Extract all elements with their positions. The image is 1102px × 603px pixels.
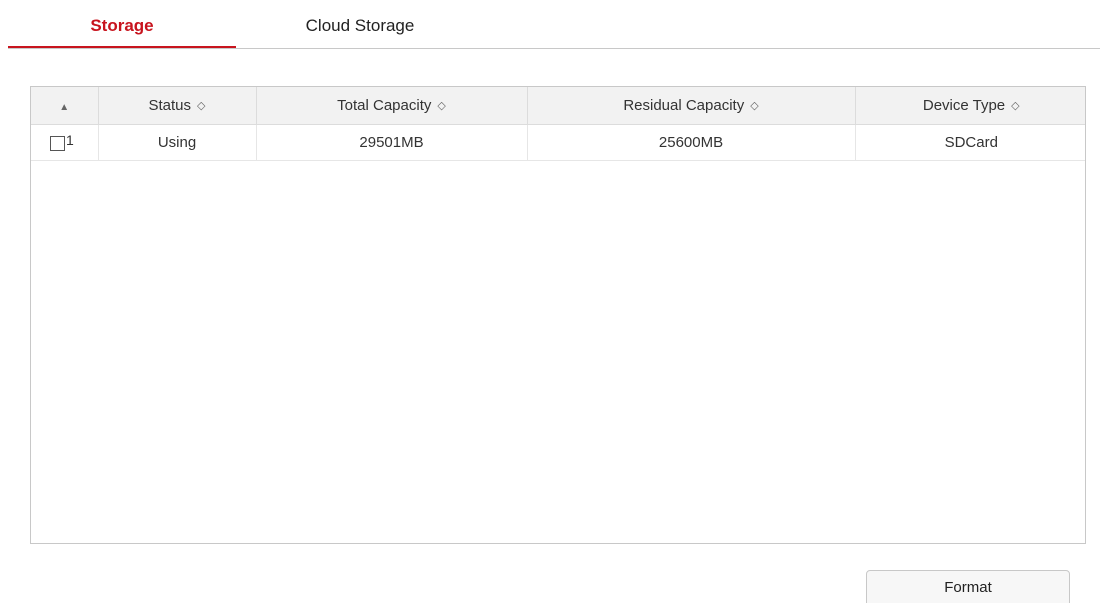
storage-page: Storage Cloud Storage ▲ Status ◇ Total C…: [0, 0, 1102, 603]
column-header-device-type[interactable]: Device Type ◇: [855, 87, 1085, 125]
cell-device-type: SDCard: [855, 124, 1085, 161]
column-header-residual-capacity-label: Residual Capacity: [623, 97, 745, 114]
cell-total-capacity: 29501MB: [256, 124, 528, 161]
column-header-total-capacity-label: Total Capacity: [337, 97, 432, 114]
cell-residual-capacity: 25600MB: [527, 124, 856, 161]
table-header-row: ▲ Status ◇ Total Capacity ◇ Residual Capac…: [31, 87, 1085, 125]
sort-icon[interactable]: ◇: [437, 99, 445, 112]
column-header-total-capacity[interactable]: Total Capacity ◇: [256, 87, 528, 125]
sort-icon[interactable]: ◇: [750, 99, 758, 112]
row-select-cell: 1: [31, 124, 99, 161]
column-header-select[interactable]: ▲: [31, 87, 99, 125]
sort-icon[interactable]: ◇: [197, 99, 205, 112]
table-row[interactable]: 1 Using 29501MB 25600MB SDCard: [31, 124, 1085, 161]
tab-storage[interactable]: Storage: [8, 0, 236, 48]
row-checkbox[interactable]: [50, 136, 65, 151]
storage-table: ▲ Status ◇ Total Capacity ◇ Residual Capac…: [30, 86, 1086, 544]
column-header-device-type-label: Device Type: [922, 97, 1006, 114]
format-button[interactable]: Format: [866, 570, 1070, 603]
column-header-status-label: Status: [148, 97, 192, 114]
column-header-residual-capacity[interactable]: Residual Capacity ◇: [527, 87, 856, 125]
tab-cloud-storage[interactable]: Cloud Storage: [246, 0, 474, 47]
column-header-status[interactable]: Status ◇: [98, 87, 257, 125]
sort-up-icon[interactable]: ▲: [59, 102, 69, 113]
row-index: 1: [66, 132, 74, 148]
sort-icon[interactable]: ◇: [1011, 99, 1019, 112]
cell-status: Using: [98, 124, 257, 161]
tab-bar: Storage Cloud Storage: [8, 0, 1100, 49]
